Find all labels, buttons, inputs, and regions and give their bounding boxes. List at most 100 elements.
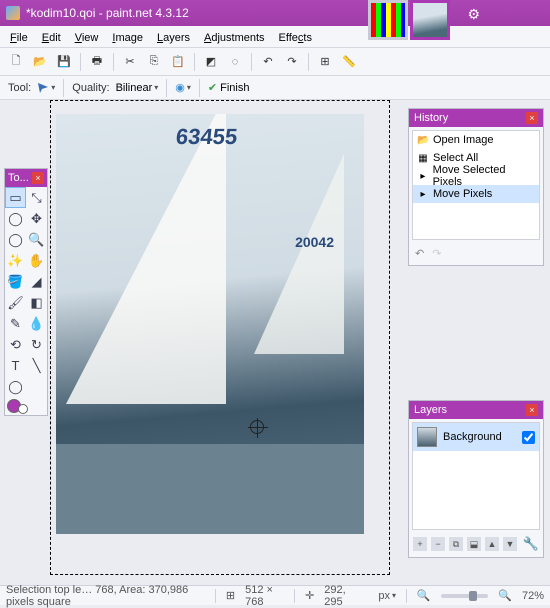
layer-down-icon[interactable]: ▼ (503, 537, 517, 551)
undo-icon[interactable]: ↶ (258, 52, 278, 72)
grid-icon[interactable]: ⊞ (315, 52, 335, 72)
tool-move-selection[interactable]: ⤡ (26, 187, 47, 208)
history-close-button[interactable]: × (526, 112, 538, 124)
layers-close-button[interactable]: × (526, 404, 538, 416)
history-item-icon: ▦ (417, 153, 429, 164)
save-icon[interactable]: 💾 (54, 52, 74, 72)
doc-thumb-2[interactable] (410, 0, 450, 40)
layer-up-icon[interactable]: ▲ (485, 537, 499, 551)
layer-thumbnail (417, 427, 437, 447)
layer-visible-checkbox[interactable] (522, 431, 535, 444)
canvas-area[interactable]: 63455 20042 (50, 100, 390, 575)
layer-duplicate-icon[interactable]: ⧉ (449, 537, 463, 551)
doc-thumb-1[interactable] (368, 0, 408, 40)
tool-brush[interactable]: 🖌 (5, 292, 26, 313)
layer-name: Background (443, 431, 502, 443)
history-panel: History × 📂Open Image ▦ Select All ▸ Move Se… (408, 108, 544, 266)
dims-icon: ⊞ (226, 589, 235, 602)
sampling-dropdown[interactable]: ◉ (175, 81, 191, 94)
history-item-label: Open Image (433, 134, 494, 146)
sail-number-2: 20042 (295, 234, 334, 250)
tool-clone[interactable]: ⟲ (5, 334, 26, 355)
tool-gradient[interactable]: ◢ (26, 271, 47, 292)
tool-shapes-2[interactable] (26, 376, 47, 397)
history-title: History (414, 112, 448, 124)
menu-layers[interactable]: Layers (157, 32, 190, 44)
print-icon[interactable]: 🖶 (87, 52, 107, 72)
status-cursor: 292, 295 (324, 584, 358, 608)
zoom-slider[interactable] (441, 594, 489, 598)
unit-dropdown[interactable]: px (378, 590, 396, 602)
tool-line[interactable]: ╲ (26, 355, 47, 376)
tool-recolor[interactable]: ↻ (26, 334, 47, 355)
layers-panel: Layers × Background + − ⧉ ⬓ ▲ ▼ 🔧 (408, 400, 544, 558)
move-cursor-icon (250, 420, 264, 434)
quality-label: Quality: (72, 82, 109, 94)
history-undo-icon[interactable]: ↶ (415, 247, 424, 260)
tool-color-picker[interactable]: 💧 (26, 313, 47, 334)
history-item[interactable]: ▸ Move Selected Pixels (413, 167, 539, 185)
deselect-icon[interactable]: ◌ (225, 52, 245, 72)
cursor-icon: ✛ (305, 589, 314, 602)
history-redo-icon[interactable]: ↷ (432, 247, 441, 260)
new-icon[interactable]: 🗋 (6, 52, 26, 72)
finish-button[interactable]: ✔Finish (208, 81, 250, 94)
crop-icon[interactable]: ◩ (201, 52, 221, 72)
tool-magic-wand[interactable]: ✨ (5, 250, 26, 271)
menubar: File Edit View Image Layers Adjustments … (0, 26, 550, 48)
layer-merge-icon[interactable]: ⬓ (467, 537, 481, 551)
ruler-icon[interactable]: 📏 (339, 52, 359, 72)
menu-file[interactable]: File (10, 32, 28, 44)
color-swatch[interactable] (5, 397, 47, 415)
sail-number: 63455 (175, 124, 239, 150)
tool-ellipse-select[interactable]: ◯ (5, 229, 26, 250)
history-item-label: Move Pixels (433, 188, 492, 200)
secondary-color[interactable] (18, 404, 28, 414)
tool-pan[interactable]: ✋ (26, 250, 47, 271)
tool-label: Tool: (8, 82, 31, 94)
canvas-image[interactable]: 63455 20042 (56, 114, 364, 534)
history-item-icon: ▸ (417, 171, 429, 182)
status-selection: Selection top le… 768, Area: 370,986 pix… (6, 584, 205, 608)
tool-pencil[interactable]: ✎ (5, 313, 26, 334)
history-item-label: Select All (433, 152, 478, 164)
tool-zoom-icon[interactable]: 🔍 (26, 229, 47, 250)
paste-icon[interactable]: 📋 (168, 52, 188, 72)
menu-adjustments[interactable]: Adjustments (204, 32, 265, 44)
settings-icon[interactable]: ⚙ (467, 6, 480, 23)
history-item-icon: ▸ (417, 189, 429, 200)
tool-shapes[interactable]: ◯ (5, 376, 26, 397)
layer-properties-icon[interactable]: 🔧 (523, 536, 539, 552)
menu-image[interactable]: Image (112, 32, 143, 44)
open-icon[interactable]: 📂 (30, 52, 50, 72)
layer-delete-icon[interactable]: − (431, 537, 445, 551)
layers-title: Layers (414, 404, 447, 416)
menu-view[interactable]: View (75, 32, 99, 44)
quality-dropdown[interactable]: Bilinear (116, 82, 159, 94)
layer-add-icon[interactable]: + (413, 537, 427, 551)
tools-close-button[interactable]: × (32, 172, 44, 184)
main-toolbar: 🗋 📂 💾 🖶 ✂ ⎘ 📋 ◩ ◌ ↶ ↷ ⊞ 📏 (0, 48, 550, 76)
history-item-label: Move Selected Pixels (433, 164, 535, 188)
zoom-out-icon[interactable]: 🔍 (417, 589, 431, 602)
redo-icon[interactable]: ↷ (282, 52, 302, 72)
cut-icon[interactable]: ✂ (120, 52, 140, 72)
tool-rectangle-select[interactable]: ▭ (5, 187, 26, 208)
layer-row[interactable]: Background (413, 423, 539, 451)
tool-options-bar: Tool: Quality: Bilinear ◉ ✔Finish (0, 76, 550, 100)
tool-selector[interactable] (37, 82, 55, 94)
tool-lasso[interactable]: ◯ (5, 208, 26, 229)
copy-icon[interactable]: ⎘ (144, 52, 164, 72)
tools-panel: To... × ▭ ⤡ ◯ ✥ ◯ 🔍 ✨ ✋ 🪣 ◢ 🖌 ◧ ✎ 💧 ⟲ ↻ … (4, 168, 48, 416)
tool-move[interactable]: ✥ (26, 208, 47, 229)
history-item[interactable]: 📂Open Image (413, 131, 539, 149)
menu-effects[interactable]: Effects (279, 32, 312, 44)
status-dims: 512 × 768 (245, 584, 284, 608)
tool-text[interactable]: T (5, 355, 26, 376)
tool-eraser[interactable]: ◧ (26, 292, 47, 313)
tools-panel-title: To... (8, 172, 29, 184)
menu-edit[interactable]: Edit (42, 32, 61, 44)
tool-paint-bucket[interactable]: 🪣 (5, 271, 26, 292)
zoom-in-icon[interactable]: 🔍 (498, 589, 512, 602)
window-title: *kodim10.qoi - paint.net 4.3.12 (26, 6, 189, 20)
